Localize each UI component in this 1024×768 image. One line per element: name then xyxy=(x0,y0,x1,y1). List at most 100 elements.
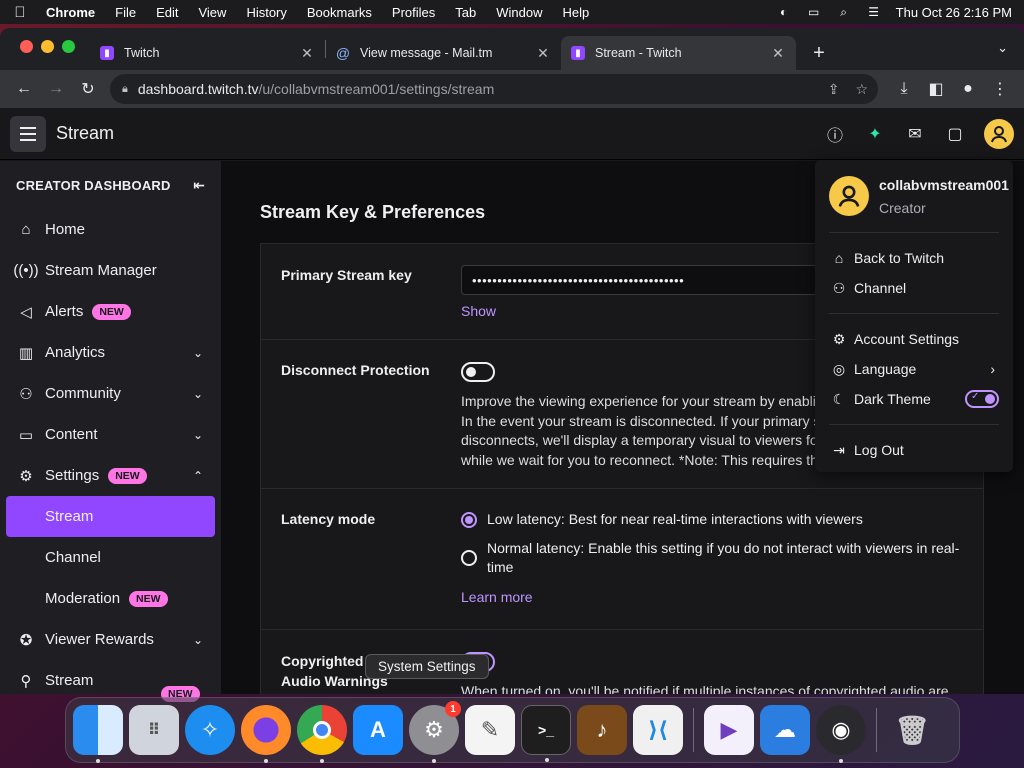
tab-mail[interactable]: @ View message - Mail.tm ✕ xyxy=(326,36,561,70)
tab-label: Twitch xyxy=(124,46,160,60)
apple-menu-icon[interactable]:  xyxy=(12,4,28,21)
menu-file[interactable]: File xyxy=(115,5,136,20)
control-center-icon[interactable]: ☰ xyxy=(866,5,882,19)
obs-icon[interactable]: ◉ xyxy=(816,705,866,763)
safari-icon[interactable]: ✧ xyxy=(185,705,235,755)
disconnect-protection-toggle[interactable] xyxy=(461,362,495,382)
side-panel-icon[interactable]: ◧ xyxy=(920,75,952,103)
share-icon[interactable]: ⇪ xyxy=(828,81,840,98)
visual-studio-icon[interactable]: ▶ xyxy=(704,705,754,755)
bookmark-star-icon[interactable]: ☆ xyxy=(855,81,868,98)
chrome-icon[interactable] xyxy=(297,705,347,763)
textedit-icon[interactable]: ✎ xyxy=(465,705,515,755)
menu-view[interactable]: View xyxy=(198,5,226,20)
menu-tab[interactable]: Tab xyxy=(455,5,476,20)
sidebar-item-community[interactable]: ⚇ Community ⌄ xyxy=(0,373,221,414)
broadcast-icon: ((•)) xyxy=(13,262,39,279)
chevron-down-icon: ⌄ xyxy=(192,345,203,360)
back-arrow-icon[interactable]: ← xyxy=(8,75,40,103)
tab-strip: ▮ Twitch ✕ @ View message - Mail.tm ✕ ▮ … xyxy=(0,28,1024,70)
close-tab-icon[interactable]: ✕ xyxy=(535,45,551,62)
back-to-twitch-item[interactable]: ⌂ Back to Twitch xyxy=(815,243,1013,273)
menu-clock[interactable]: Thu Oct 26 2:16 PM xyxy=(896,5,1012,20)
sidebar-item-alerts[interactable]: ◁ Alerts NEW xyxy=(0,291,221,332)
app-store-icon[interactable]: A xyxy=(353,705,403,755)
reload-icon[interactable]: ↻ xyxy=(72,75,104,103)
vscode-icon[interactable]: ⟩⟨ xyxy=(633,705,683,755)
show-key-link[interactable]: Show xyxy=(461,303,496,319)
chevron-up-icon: ⌃ xyxy=(192,468,203,483)
menu-bookmarks[interactable]: Bookmarks xyxy=(307,5,372,20)
dark-theme-toggle[interactable]: ✓ xyxy=(965,390,999,408)
sidebar-item-content[interactable]: ▭ Content ⌄ xyxy=(0,414,221,455)
firefox-icon[interactable] xyxy=(241,705,291,763)
close-tab-icon[interactable]: ✕ xyxy=(299,45,315,62)
sidebar-item-moderation[interactable]: Moderation NEW xyxy=(0,578,221,619)
content-icon: ▭ xyxy=(18,426,34,444)
close-window-button[interactable] xyxy=(20,40,33,53)
display-icon[interactable]: ▭ xyxy=(806,5,822,19)
new-tab-button[interactable]: + xyxy=(804,36,834,70)
launchpad-icon[interactable]: ⠿ xyxy=(129,705,179,755)
dark-theme-item[interactable]: ☾ Dark Theme ✓ xyxy=(815,384,1013,414)
menu-app-name[interactable]: Chrome xyxy=(46,5,95,20)
user-avatar-button[interactable] xyxy=(984,119,1014,149)
sidebar-item-settings[interactable]: ⚙ Settings NEW ⌃ xyxy=(0,455,221,496)
profile-icon[interactable]: ● xyxy=(952,75,984,103)
menu-edit[interactable]: Edit xyxy=(156,5,178,20)
minimize-window-button[interactable] xyxy=(41,40,54,53)
help-icon[interactable]: ⓘ xyxy=(824,116,846,152)
channel-item[interactable]: ⚇ Channel xyxy=(815,273,1013,303)
sidebar-item-label: Viewer Rewards xyxy=(45,631,154,648)
language-item[interactable]: ◎ Language › xyxy=(815,354,1013,384)
zoom-window-button[interactable] xyxy=(62,40,75,53)
forward-arrow-icon[interactable]: → xyxy=(40,75,72,103)
learn-more-link[interactable]: Learn more xyxy=(461,589,533,605)
low-latency-radio[interactable] xyxy=(461,512,477,528)
sidebar-item-stream[interactable]: Stream xyxy=(6,496,215,537)
menu-history[interactable]: History xyxy=(246,5,286,20)
menu-item-label: Back to Twitch xyxy=(854,250,945,266)
sidebar-item-home[interactable]: ⌂ Home xyxy=(0,209,221,250)
download-icon[interactable]: ⤓ xyxy=(888,75,920,103)
sidebar-item-analytics[interactable]: ▥ Analytics ⌄ xyxy=(0,332,221,373)
hamburger-menu-icon[interactable] xyxy=(10,115,46,152)
tab-search-chevron-icon[interactable]: ⌄ xyxy=(997,40,1008,56)
menu-window[interactable]: Window xyxy=(496,5,542,20)
log-out-item[interactable]: ⇥ Log Out xyxy=(815,435,1013,465)
menu-help[interactable]: Help xyxy=(563,5,590,20)
user-role: Creator xyxy=(879,200,926,216)
tab-stream-twitch[interactable]: ▮ Stream - Twitch ✕ xyxy=(561,36,796,70)
twitch-icon: ▮ xyxy=(571,46,585,60)
tab-twitch[interactable]: ▮ Twitch ✕ xyxy=(90,36,325,70)
lock-icon[interactable]: 🔒︎ xyxy=(122,83,128,96)
inbox-icon[interactable]: ✉ xyxy=(904,116,926,152)
sidebar-item-label: Stream Manager xyxy=(45,262,157,279)
chrome-menu-icon[interactable]: ⋮ xyxy=(984,75,1016,103)
normal-latency-text: Normal latency: Enable this setting if y… xyxy=(487,540,960,575)
trash-icon[interactable]: 🗑︎ xyxy=(887,705,937,755)
sparkle-icon[interactable]: ✦ xyxy=(864,116,886,152)
normal-latency-radio[interactable] xyxy=(461,550,477,566)
menu-profiles[interactable]: Profiles xyxy=(392,5,435,20)
account-settings-item[interactable]: ⚙ Account Settings xyxy=(815,324,1013,354)
finder-icon[interactable] xyxy=(73,705,123,763)
sidebar-item-channel[interactable]: Channel xyxy=(0,537,221,578)
stream-key-field[interactable]: ••••••••••••••••••••••••••••••••••••••••… xyxy=(461,265,841,295)
spotlight-search-icon[interactable]: ⌕ xyxy=(836,5,852,19)
close-tab-icon[interactable]: ✕ xyxy=(770,45,786,62)
analytics-icon: ▥ xyxy=(18,344,34,362)
screen-share-icon[interactable]: ◐ xyxy=(776,5,792,19)
address-bar[interactable]: 🔒︎ dashboard.twitch.tv/u/collabvmstream0… xyxy=(110,74,878,104)
whispers-icon[interactable]: ▢ xyxy=(944,116,966,152)
add-user-icon: ⚲ xyxy=(20,672,32,690)
log-out-icon: ⇥ xyxy=(833,441,845,458)
system-settings-icon[interactable]: ⚙ 1 xyxy=(409,701,461,763)
sidebar-item-stream-together[interactable]: ⚲ Stream NEW xyxy=(0,660,221,702)
collapse-sidebar-icon[interactable]: ⇤ xyxy=(193,177,205,194)
sidebar-item-stream-manager[interactable]: ((•)) Stream Manager xyxy=(0,250,221,291)
instruments-icon[interactable]: ♪ xyxy=(577,705,627,755)
terminal-icon[interactable]: >_ xyxy=(521,705,571,762)
weather-icon[interactable]: ☁ xyxy=(760,705,810,755)
sidebar-item-viewer-rewards[interactable]: ✪ Viewer Rewards ⌄ xyxy=(0,619,221,660)
